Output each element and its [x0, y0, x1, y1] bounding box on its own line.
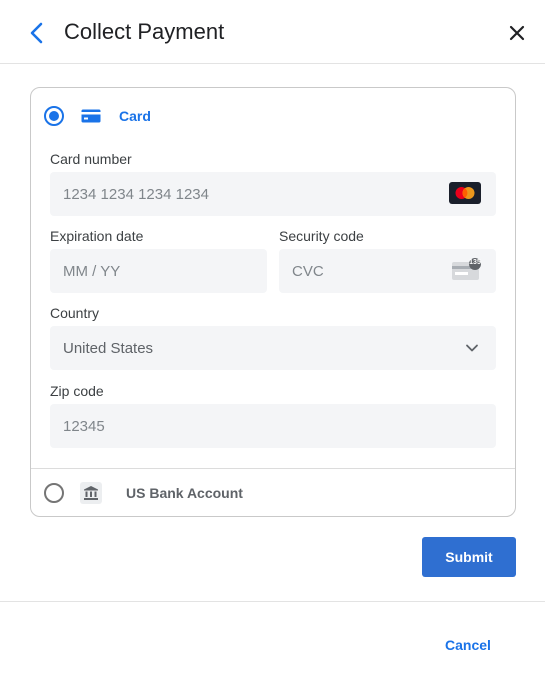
mastercard-icon — [449, 182, 481, 204]
back-button[interactable] — [22, 18, 52, 48]
bank-method-label: US Bank Account — [126, 485, 243, 501]
card-method-label: Card — [119, 108, 151, 124]
close-icon — [509, 25, 525, 41]
bank-radio[interactable] — [44, 483, 64, 503]
card-number-input[interactable] — [50, 172, 496, 216]
zip-input[interactable] — [50, 404, 496, 448]
bank-icon — [80, 482, 102, 504]
dialog-header: Collect Payment — [0, 0, 545, 64]
cvc-badge: 135 — [469, 259, 481, 266]
submit-button[interactable]: Submit — [422, 537, 516, 577]
footer-divider — [0, 601, 545, 602]
expiration-label: Expiration date — [50, 228, 144, 244]
payment-method-panel: Card Card number Expiration date Securit… — [30, 87, 516, 517]
card-radio[interactable] — [44, 106, 64, 126]
expiration-input[interactable] — [50, 249, 267, 293]
card-number-label: Card number — [50, 151, 132, 167]
cancel-button[interactable]: Cancel — [445, 637, 491, 653]
page-title: Collect Payment — [64, 19, 225, 44]
security-code-label: Security code — [279, 228, 364, 244]
country-value: United States — [63, 339, 154, 357]
payment-method-card[interactable]: Card — [31, 88, 515, 144]
zip-label: Zip code — [50, 383, 104, 399]
credit-card-icon — [80, 105, 102, 127]
close-button[interactable] — [503, 19, 531, 47]
chevron-down-icon — [466, 344, 478, 352]
payment-method-bank[interactable]: US Bank Account — [31, 468, 515, 517]
country-select[interactable]: United States — [50, 326, 496, 370]
chevron-left-icon — [30, 22, 43, 44]
country-label: Country — [50, 305, 100, 321]
